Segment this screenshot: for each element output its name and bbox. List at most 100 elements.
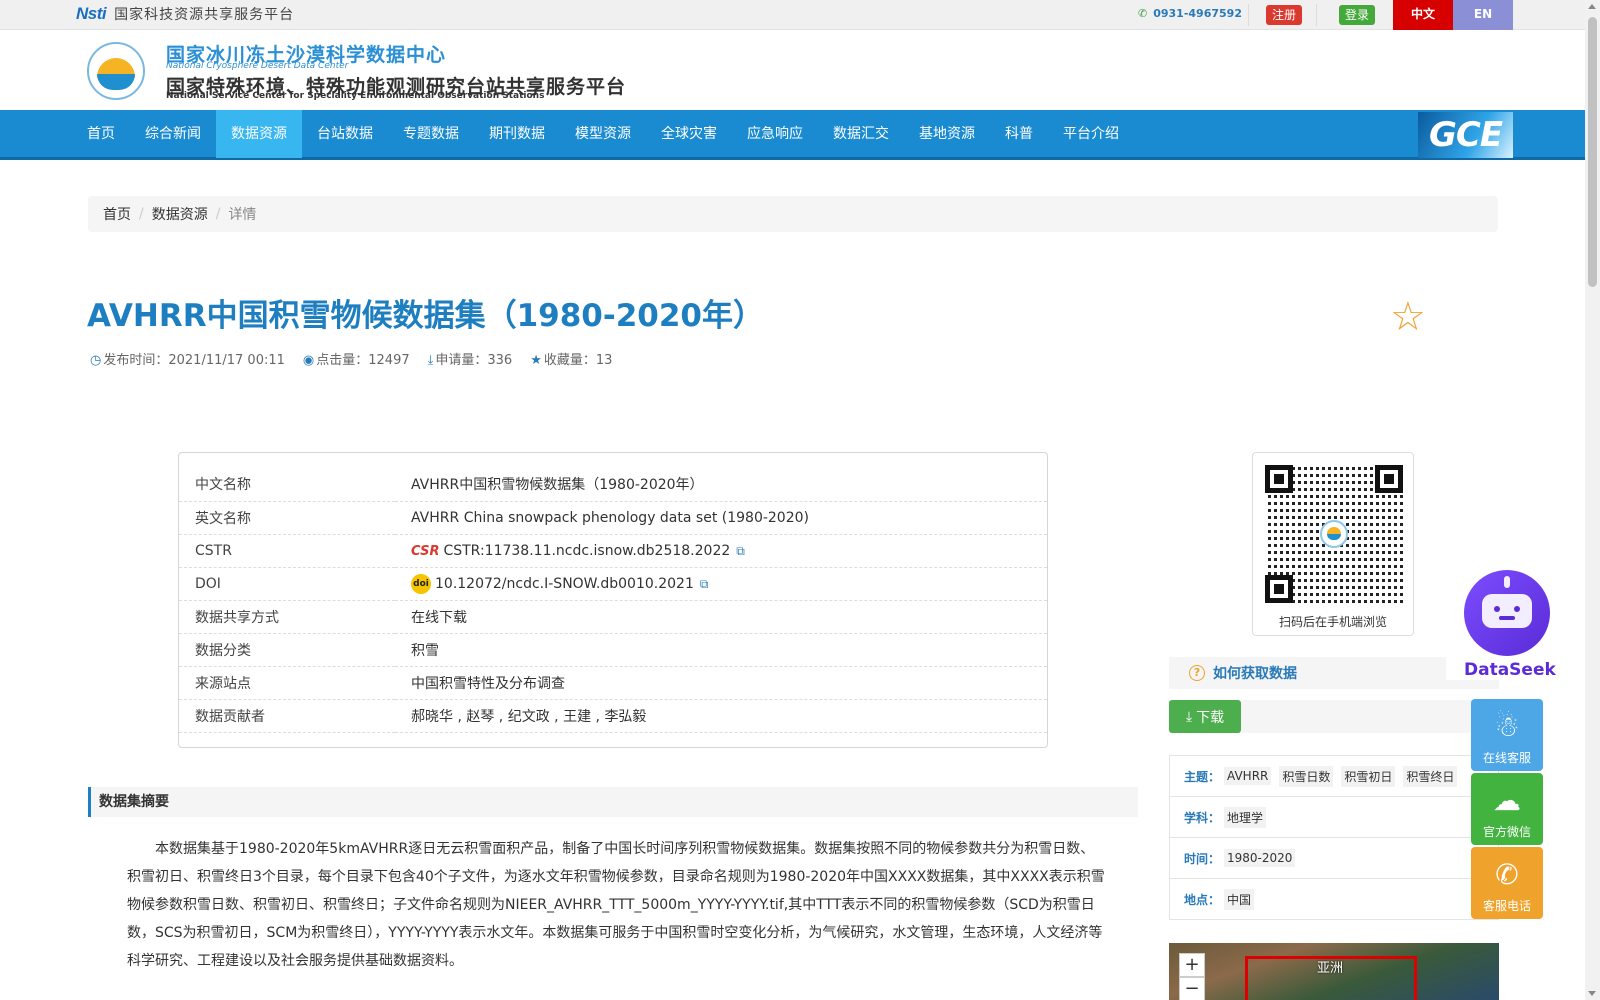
- abstract-heading: 数据集摘要: [88, 787, 1138, 817]
- download-button[interactable]: ⤓ 下载: [1169, 700, 1241, 733]
- coverage-map[interactable]: 亚洲 + −: [1169, 943, 1499, 1000]
- contributor-separator: ,: [453, 708, 467, 725]
- scroll-up-arrow[interactable]: [1588, 4, 1596, 9]
- divider: [1316, 4, 1317, 26]
- place-tag: 中国: [1224, 889, 1255, 910]
- nav-item[interactable]: 全球灾害: [646, 110, 732, 158]
- theme-tag[interactable]: 积雪初日: [1341, 765, 1396, 787]
- robot-antenna: [1504, 576, 1510, 588]
- zoom-out-button[interactable]: −: [1179, 977, 1205, 1000]
- info-key: 数据分类: [179, 633, 395, 667]
- nav-item[interactable]: 科普: [990, 110, 1048, 158]
- cstr-cell: CSR CSTR:11738.11.ncdc.isnow.db2518.2022 ⧉: [395, 534, 1047, 568]
- external-link-icon[interactable]: ⧉: [736, 544, 745, 558]
- breadcrumb-current: 详情: [228, 207, 257, 223]
- qr-center-logo: [1320, 520, 1348, 548]
- qq-penguin-icon: ☃: [1494, 710, 1520, 743]
- wechat-label: 官方微信: [1482, 825, 1531, 839]
- gce-logo[interactable]: GCE: [1418, 112, 1513, 158]
- contributor-link[interactable]: 赵琴: [466, 709, 494, 725]
- table-row: DOI doi 10.12072/ncdc.I-SNOW.db0010.2021 ⧉: [179, 567, 1047, 601]
- external-link-icon[interactable]: ⧉: [700, 577, 709, 591]
- nav-item[interactable]: 专题数据: [388, 110, 474, 158]
- hotline-number: 0931-4967592: [1153, 7, 1242, 20]
- register-button[interactable]: 注册: [1266, 5, 1303, 25]
- breadcrumb-separator: /: [215, 206, 221, 222]
- views: ◉ 点击量：12497: [303, 349, 410, 368]
- favorite-star-icon[interactable]: ☆: [1390, 297, 1426, 337]
- online-service-label: 在线客服: [1482, 751, 1531, 765]
- nsti-platform-link[interactable]: Nsti 国家科技资源共享服务平台: [76, 4, 294, 24]
- login-button[interactable]: 登录: [1339, 5, 1376, 25]
- nav-list: 首页 综合新闻 数据资源 台站数据 专题数据 期刊数据 模型资源 全球灾害 应急响应 数据汇交 基地…: [72, 110, 1134, 158]
- dataset-info-table: 中文名称 AVHRR中国积雪物候数据集（1980-2020年） 英文名称 AVHRR…: [179, 468, 1047, 733]
- contributor-link[interactable]: 王建: [563, 709, 591, 725]
- lang-zh-button[interactable]: 中文: [1393, 0, 1453, 30]
- clock-icon: ◷: [90, 353, 102, 368]
- table-row: 数据共享方式 在线下载: [179, 600, 1047, 634]
- phone-icon: ✆: [1495, 858, 1519, 891]
- theme-tag[interactable]: AVHRR: [1224, 767, 1272, 785]
- breadcrumb-home[interactable]: 首页: [103, 204, 131, 224]
- nav-item[interactable]: 数据资源: [216, 110, 302, 158]
- info-key: 数据共享方式: [179, 600, 395, 634]
- online-service-button[interactable]: ☃ 在线客服: [1471, 699, 1543, 771]
- main-nav: 首页 综合新闻 数据资源 台站数据 专题数据 期刊数据 模型资源 全球灾害 应急响应 数据汇交 基地…: [0, 110, 1585, 160]
- robot-mouth: [1499, 616, 1515, 620]
- applications: ⤓ 申请量：336: [428, 349, 513, 368]
- views-value: 12497: [368, 353, 410, 368]
- theme-row: 主题： AVHRR 积雪日数 积雪初日 积雪终日: [1170, 756, 1498, 797]
- service-phone-button[interactable]: ✆ 客服电话: [1471, 847, 1543, 919]
- table-row: 数据贡献者 郝晓华 , 赵琴 , 纪文政 , 王建 , 李弘毅: [179, 699, 1047, 733]
- download-strip: [1241, 700, 1499, 733]
- breadcrumb-section[interactable]: 数据资源: [152, 204, 208, 224]
- contributor-link[interactable]: 郝晓华: [411, 709, 453, 725]
- cstr-value[interactable]: CSTR:11738.11.ncdc.isnow.db2518.2022: [443, 543, 730, 559]
- nav-item[interactable]: 数据汇交: [818, 110, 904, 158]
- discipline-tag[interactable]: 地理学: [1224, 806, 1267, 828]
- contributor-link[interactable]: 纪文政: [508, 709, 550, 725]
- qr-finder: [1265, 575, 1293, 603]
- dataseek-label: DataSeek: [1464, 660, 1556, 680]
- contributor-separator: ,: [549, 708, 564, 725]
- favorites: ★ 收藏量：13: [530, 349, 612, 368]
- scroll-down-arrow[interactable]: [1588, 991, 1596, 996]
- nav-item[interactable]: 应急响应: [732, 110, 818, 158]
- info-value: AVHRR中国积雪物候数据集（1980-2020年）: [395, 468, 1047, 502]
- nav-item[interactable]: 台站数据: [302, 110, 388, 158]
- nav-item[interactable]: 平台介绍: [1048, 110, 1134, 158]
- qr-code-box: 扫码后在手机端浏览: [1252, 452, 1414, 636]
- doi-cell: doi 10.12072/ncdc.I-SNOW.db0010.2021 ⧉: [395, 567, 1047, 601]
- robot-eye: [1494, 606, 1500, 612]
- nav-item[interactable]: 综合新闻: [130, 110, 216, 158]
- dataset-meta: ◷ 发布时间：2021/11/17 00:11 ◉ 点击量：12497 ⤓ 申请量：3…: [90, 349, 612, 368]
- table-row: CSTR CSR CSTR:11738.11.ncdc.isnow.db2518.…: [179, 534, 1047, 568]
- scroll-thumb[interactable]: [1588, 17, 1597, 287]
- wechat-button[interactable]: ☁ 官方微信: [1471, 773, 1543, 845]
- how-to-label: 如何获取数据: [1213, 666, 1297, 682]
- nav-item[interactable]: 模型资源: [560, 110, 646, 158]
- contributor-link[interactable]: 李弘毅: [604, 709, 646, 725]
- theme-tag[interactable]: 积雪终日: [1403, 765, 1458, 787]
- abstract-text: 本数据集基于1980-2020年5kmAVHRR逐日无云积雪面积产品，制备了中国…: [127, 841, 1105, 969]
- theme-tag[interactable]: 积雪日数: [1279, 765, 1334, 787]
- nav-item[interactable]: 首页: [72, 110, 130, 158]
- lang-en-button[interactable]: EN: [1453, 0, 1513, 30]
- source-station-link[interactable]: 中国积雪特性及分布调查: [395, 666, 1047, 700]
- dataset-info-panel: 中文名称 AVHRR中国积雪物候数据集（1980-2020年） 英文名称 AVHRR…: [178, 452, 1048, 748]
- favorites-label: 收藏量：: [543, 353, 596, 368]
- wechat-icon: ☁: [1493, 784, 1521, 817]
- download-label: 下载: [1196, 709, 1225, 726]
- zoom-in-button[interactable]: +: [1179, 953, 1205, 977]
- doi-value[interactable]: 10.12072/ncdc.I-SNOW.db0010.2021: [435, 576, 694, 592]
- category-link[interactable]: 积雪: [395, 633, 1047, 667]
- center-logo[interactable]: [87, 42, 145, 100]
- table-row: 中文名称 AVHRR中国积雪物候数据集（1980-2020年）: [179, 468, 1047, 502]
- nav-item[interactable]: 期刊数据: [474, 110, 560, 158]
- info-key: CSTR: [179, 534, 395, 568]
- dataseek-assistant[interactable]: DataSeek: [1446, 570, 1556, 680]
- page-scrollbar[interactable]: [1585, 0, 1600, 1000]
- breadcrumb-separator: /: [139, 206, 144, 222]
- nav-item[interactable]: 基地资源: [904, 110, 990, 158]
- info-key: 中文名称: [179, 468, 395, 502]
